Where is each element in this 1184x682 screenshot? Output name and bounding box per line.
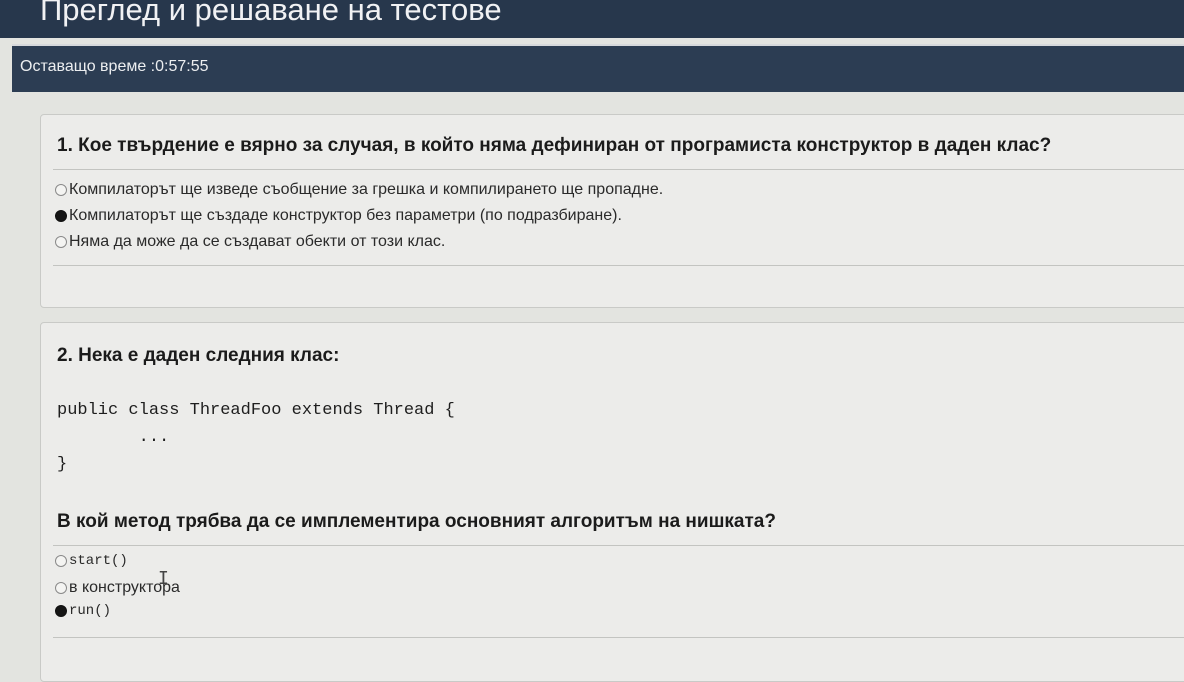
q2-option-3[interactable]: run() xyxy=(55,603,111,619)
q1-option-1[interactable]: Компилаторът ще изведе съобщение за греш… xyxy=(55,181,663,199)
q2-option-3-label: run() xyxy=(69,603,112,619)
timer-bar: Оставащо време :0:57:55 xyxy=(12,44,1184,92)
divider xyxy=(53,545,1184,546)
q1-option-3-label: Няма да може да се създават обекти от то… xyxy=(69,233,446,250)
header-bar: Преглед и решаване на тестове xyxy=(0,0,1184,38)
question-2-title: 2. Нека е даден следния клас: xyxy=(57,345,340,366)
divider xyxy=(53,265,1184,266)
remaining-time: Оставащо време :0:57:55 xyxy=(20,58,209,75)
radio-button[interactable] xyxy=(55,184,67,196)
code-snippet: public class ThreadFoo extends Thread { … xyxy=(57,401,455,474)
q1-option-2[interactable]: Компилаторът ще създаде конструктор без … xyxy=(55,207,622,225)
q1-option-2-label: Компилаторът ще създаде конструктор без … xyxy=(69,207,622,224)
question-2-subtitle: В кой метод трябва да се имплементира ос… xyxy=(57,511,776,532)
radio-button-selected[interactable] xyxy=(55,210,67,222)
q2-option-1[interactable]: start() xyxy=(55,553,128,569)
q1-option-1-label: Компилаторът ще изведе съобщение за греш… xyxy=(69,181,664,198)
question-2-panel: 2. Нека е даден следния клас: public cla… xyxy=(40,322,1184,682)
question-1-title: 1. Кое твърдение е вярно за случая, в ко… xyxy=(57,135,1052,156)
radio-button-selected[interactable] xyxy=(55,605,67,617)
question-1-panel: 1. Кое твърдение е вярно за случая, в ко… xyxy=(40,114,1184,308)
radio-button[interactable] xyxy=(55,582,67,594)
page-title: Преглед и решаване на тестове xyxy=(40,0,502,27)
radio-button[interactable] xyxy=(55,555,67,567)
q1-option-3[interactable]: Няма да може да се създават обекти от то… xyxy=(55,233,445,251)
q2-option-1-label: start() xyxy=(69,553,128,569)
divider xyxy=(53,637,1184,638)
radio-button[interactable] xyxy=(55,236,67,248)
divider xyxy=(53,169,1184,170)
text-cursor-icon: I xyxy=(158,568,169,589)
